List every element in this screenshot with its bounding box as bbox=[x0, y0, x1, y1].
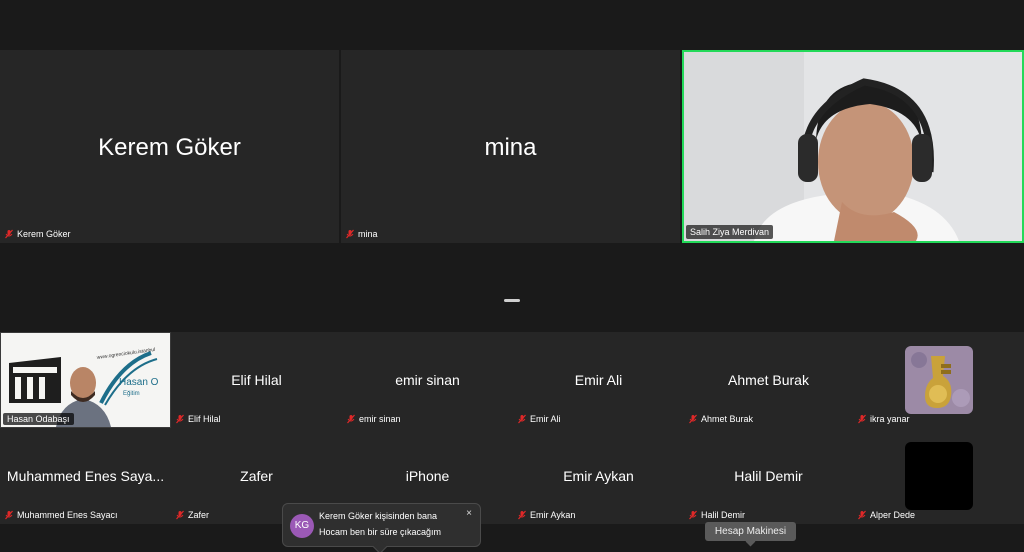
participant-tile-elif-hilal[interactable]: Elif Hilal Elif Hilal bbox=[171, 332, 342, 428]
participant-name-tag: Kerem Göker bbox=[4, 229, 71, 239]
participant-label: Hasan Odabaşı bbox=[3, 413, 74, 425]
tooltip-pointer bbox=[745, 536, 756, 547]
participant-name: Elif Hilal bbox=[231, 372, 282, 388]
participant-name-tag: Halil Demir bbox=[688, 510, 745, 520]
participant-label: mina bbox=[358, 229, 378, 239]
resize-handle[interactable] bbox=[504, 299, 520, 302]
participant-name-tag: Zafer bbox=[175, 510, 209, 520]
participant-tile-emir-sinan[interactable]: emir sinan emir sinan bbox=[342, 332, 513, 428]
mic-muted-icon bbox=[5, 510, 13, 520]
participant-name: Halil Demir bbox=[734, 468, 803, 484]
tuba-image-icon bbox=[905, 346, 973, 414]
participant-name-tag: mina bbox=[345, 229, 378, 239]
participant-tile-emir-aykan[interactable]: Emir Aykan Emir Aykan bbox=[513, 428, 684, 524]
participant-tile-salih-ziya-merdivan[interactable]: Salih Ziya Merdivan bbox=[682, 50, 1024, 243]
participant-name: iPhone bbox=[405, 468, 450, 484]
participant-name-tag: Ahmet Burak bbox=[688, 414, 753, 424]
participant-label: ikra yanar bbox=[870, 414, 910, 424]
participant-name: Ahmet Burak bbox=[728, 372, 809, 388]
participant-label: Zafer bbox=[188, 510, 210, 520]
slide-title: Hasan O bbox=[119, 377, 159, 388]
participant-tile-muhammed-enes-sayaci[interactable]: Muhammed Enes Saya... Muhammed Enes Saya… bbox=[0, 428, 171, 524]
mic-muted-icon bbox=[858, 510, 866, 520]
mic-muted-icon bbox=[689, 414, 697, 424]
participant-name-tag: Emir Aykan bbox=[517, 510, 575, 520]
tooltip-text: Hesap Makinesi bbox=[714, 526, 787, 537]
profile-picture bbox=[905, 346, 973, 414]
participant-tile-mina[interactable]: mina mina bbox=[341, 50, 680, 243]
close-icon[interactable]: × bbox=[466, 508, 472, 519]
participant-label: Alper Dede bbox=[870, 510, 916, 520]
participant-name: Zafer bbox=[240, 468, 273, 484]
participant-tile-emir-ali[interactable]: Emir Ali Emir Ali bbox=[513, 332, 684, 428]
profile-picture bbox=[905, 442, 973, 510]
mic-muted-icon bbox=[176, 510, 184, 520]
participant-name: emir sinan bbox=[395, 372, 460, 388]
participant-tile-halil-demir[interactable]: Halil Demir Halil Demir bbox=[684, 428, 853, 524]
participant-name: mina bbox=[484, 134, 537, 161]
participant-label: Salih Ziya Merdivan bbox=[686, 225, 774, 239]
mic-muted-icon bbox=[518, 414, 526, 424]
participant-label: Elif Hilal bbox=[188, 414, 221, 424]
mic-muted-icon bbox=[518, 510, 526, 520]
dock-tooltip: Hesap Makinesi bbox=[705, 522, 796, 547]
participant-name: Kerem Göker bbox=[98, 134, 241, 161]
toast-message-text: Hocam ben bir süre çıkacağım bbox=[319, 527, 442, 537]
participant-label: Ahmet Burak bbox=[701, 414, 754, 424]
participant-name: Emir Ali bbox=[574, 372, 623, 388]
participant-video bbox=[684, 52, 1022, 241]
participant-label: Kerem Göker bbox=[17, 229, 71, 239]
sender-avatar: KG bbox=[290, 514, 314, 538]
participant-label: Halil Demir bbox=[701, 510, 746, 520]
participant-name-tag: Elif Hilal bbox=[175, 414, 221, 424]
chat-message-toast[interactable]: KG Kerem Göker kişisinden bana Hocam ben… bbox=[282, 503, 481, 552]
participant-label: emir sinan bbox=[359, 414, 401, 424]
mic-muted-icon bbox=[347, 414, 355, 424]
gallery-grid: Hasan O Eğitim www.ogrenciokulu.istanbul… bbox=[0, 332, 1024, 524]
participant-name-tag: ikra yanar bbox=[857, 414, 910, 424]
participant-tile-alper-dede[interactable]: Alper Dede bbox=[853, 428, 1024, 524]
toast-pointer bbox=[372, 539, 388, 552]
mic-muted-icon bbox=[5, 229, 13, 239]
participant-name-tag: Muhammed Enes Sayacı bbox=[4, 510, 118, 520]
speaker-strip: Kerem Göker Kerem Göker mina mina Salih … bbox=[0, 50, 1024, 243]
mic-muted-icon bbox=[176, 414, 184, 424]
participant-name-tag: Emir Ali bbox=[517, 414, 561, 424]
participant-name-tag: Alper Dede bbox=[857, 510, 915, 520]
participant-tile-ikra-yanar[interactable]: ikra yanar bbox=[853, 332, 1024, 428]
participant-tile-ahmet-burak[interactable]: Ahmet Burak Ahmet Burak bbox=[684, 332, 853, 428]
mic-muted-icon bbox=[858, 414, 866, 424]
toast-sender-line: Kerem Göker kişisinden bana bbox=[319, 511, 438, 521]
mic-muted-icon bbox=[346, 229, 354, 239]
mic-muted-icon bbox=[689, 510, 697, 520]
participant-label: Emir Aykan bbox=[530, 510, 576, 520]
participant-tile-kerem-goker[interactable]: Kerem Göker Kerem Göker bbox=[0, 50, 339, 243]
participant-name: Emir Aykan bbox=[563, 468, 634, 484]
slide-subtitle: Eğitim bbox=[123, 391, 140, 397]
participant-name-tag: emir sinan bbox=[346, 414, 401, 424]
participant-tile-hasan-odabasi[interactable]: Hasan O Eğitim www.ogrenciokulu.istanbul… bbox=[0, 332, 171, 428]
participant-name: Muhammed Enes Saya... bbox=[6, 468, 165, 484]
participant-label: Muhammed Enes Sayacı bbox=[17, 510, 118, 520]
participant-label: Emir Ali bbox=[530, 414, 561, 424]
